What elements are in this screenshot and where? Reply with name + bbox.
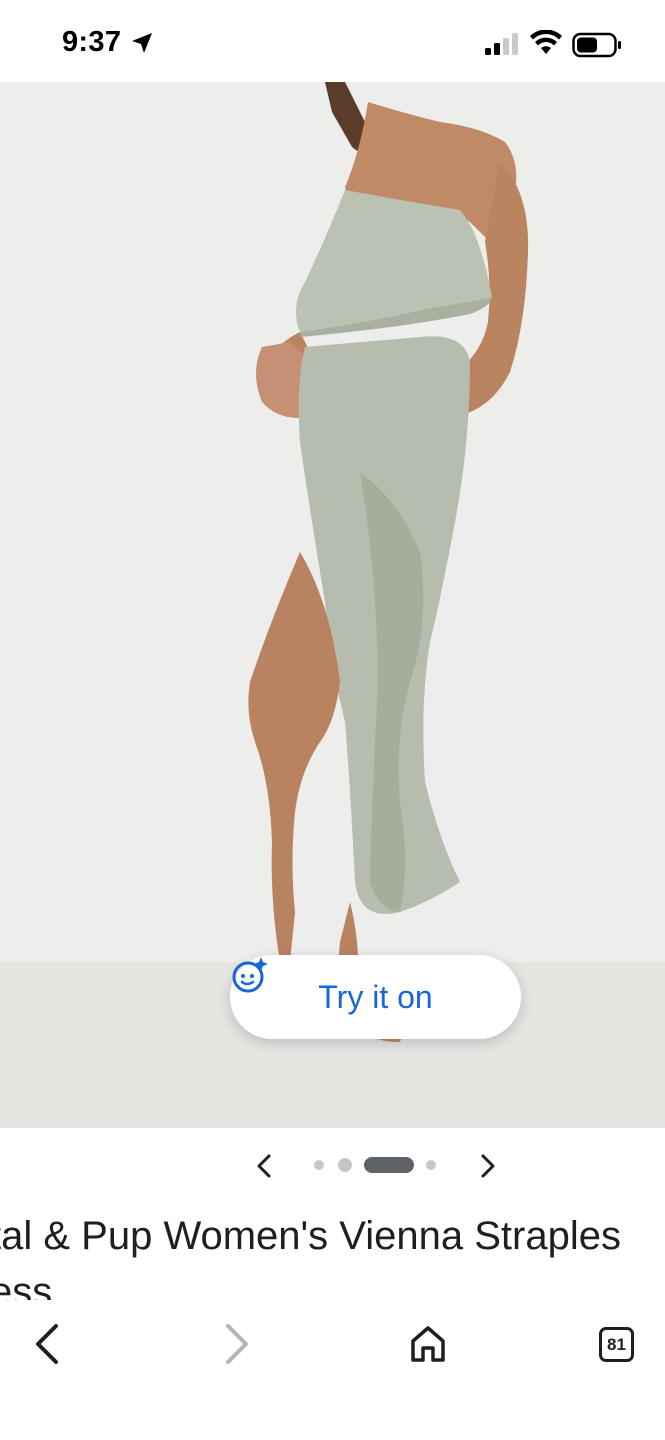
status-time: 9:37 (62, 26, 122, 58)
image-carousel-controls (0, 1128, 665, 1204)
chevron-left-icon[interactable] (250, 1150, 280, 1182)
status-bar: 9:37 (0, 0, 665, 82)
cellular-signal-icon (485, 33, 518, 55)
carousel-dot[interactable] (426, 1160, 436, 1170)
forward-arrow-icon[interactable] (218, 1322, 254, 1366)
sparkle-face-icon (232, 957, 268, 993)
product-image[interactable]: Try it on (0, 82, 665, 1128)
tabs-count-button[interactable]: 81 (599, 1327, 634, 1362)
tabs-count: 81 (607, 1334, 626, 1354)
product-title-line-1: tal & Pup Women's Vienna Straples (0, 1214, 621, 1258)
browser-bottom-nav: 81 (0, 1300, 665, 1440)
wifi-icon (530, 30, 562, 54)
home-icon[interactable] (408, 1324, 448, 1364)
carousel-dot[interactable] (338, 1158, 352, 1172)
back-arrow-icon[interactable] (30, 1322, 66, 1366)
location-arrow-icon (132, 33, 152, 53)
carousel-dot-active[interactable] (364, 1157, 414, 1173)
try-it-on-label: Try it on (318, 978, 433, 1015)
chevron-right-icon[interactable] (472, 1150, 502, 1182)
try-it-on-button[interactable]: Try it on (230, 955, 521, 1039)
battery-icon (572, 32, 621, 58)
carousel-dot[interactable] (314, 1160, 324, 1170)
